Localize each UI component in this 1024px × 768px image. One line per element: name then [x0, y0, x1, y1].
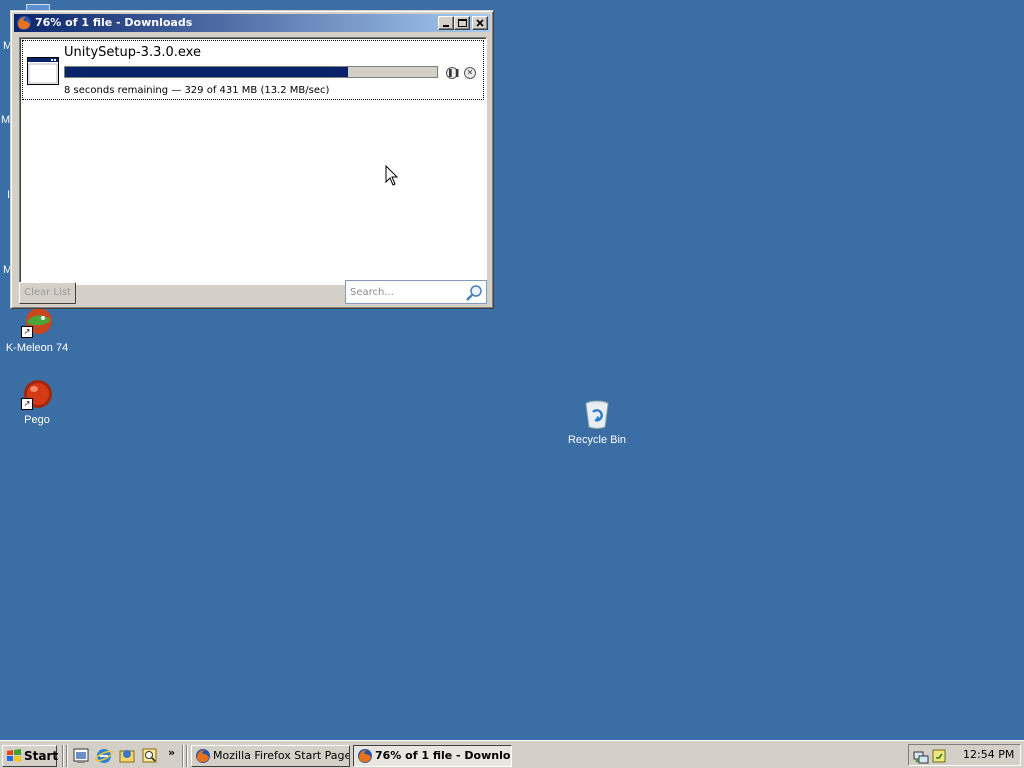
- firefox-icon: [196, 749, 210, 763]
- quick-launch-chevron[interactable]: »: [168, 746, 175, 759]
- taskbar-button-downloads[interactable]: 76% of 1 file - Downlo...: [353, 745, 512, 767]
- desktop-icon-label: Pego: [24, 414, 50, 426]
- maximize-icon: [458, 19, 467, 27]
- cancel-download-button[interactable]: ✕: [464, 67, 476, 79]
- desktop-icon-label: Recycle Bin: [567, 434, 627, 446]
- window-title: 76% of 1 file - Downloads: [35, 16, 193, 29]
- taskbar-button-label: 76% of 1 file - Downlo...: [375, 749, 512, 762]
- cancel-icon: ✕: [466, 68, 474, 77]
- taskbar-separator: [182, 745, 184, 767]
- clear-list-button[interactable]: Clear List: [19, 282, 76, 304]
- explorer-search-icon[interactable]: [141, 747, 159, 765]
- outlook-icon[interactable]: [118, 747, 136, 765]
- download-file-name: UnitySetup-3.3.0.exe: [64, 45, 201, 60]
- search-input[interactable]: [348, 283, 464, 301]
- desktop-icon-k-meleon[interactable]: ↗ K-Meleon 74: [0, 306, 77, 354]
- k-meleon-icon: ↗: [21, 306, 53, 338]
- system-tray: 12:54 PM: [908, 744, 1021, 766]
- taskbar-separator: [186, 745, 188, 767]
- pause-button[interactable]: ❚❚: [446, 67, 461, 79]
- shortcut-arrow-icon: ↗: [21, 398, 33, 410]
- internet-explorer-icon[interactable]: [95, 747, 113, 765]
- firefox-icon: [17, 16, 31, 30]
- close-icon: [476, 19, 484, 27]
- window-titlebar[interactable]: 76% of 1 file - Downloads: [14, 14, 490, 32]
- search-icon[interactable]: [466, 284, 483, 301]
- close-button[interactable]: [472, 16, 488, 30]
- downloads-window: 76% of 1 file - Downloads UnitySetup-3.3…: [10, 10, 494, 309]
- search-field[interactable]: [345, 280, 487, 304]
- taskbar-separator: [62, 745, 64, 767]
- desktop-icon-pego[interactable]: ↗ Pego: [0, 378, 77, 426]
- desktop-icon-label: K-Meleon 74: [5, 342, 69, 354]
- desktop-icon-recycle-bin[interactable]: Recycle Bin: [557, 398, 637, 446]
- download-list[interactable]: UnitySetup-3.3.0.exe ❚❚ ✕ 8 seconds rema…: [19, 37, 487, 285]
- network-icon[interactable]: [913, 748, 929, 764]
- pause-icon: ❚❚: [447, 68, 461, 77]
- minimize-button[interactable]: [438, 16, 454, 30]
- taskbar-separator: [66, 745, 68, 767]
- mouse-cursor-icon: [385, 165, 399, 186]
- download-status: 8 seconds remaining — 329 of 431 MB (13.…: [64, 85, 330, 96]
- firefox-icon: [358, 749, 372, 763]
- taskbar: Start » Mozilla Firefox Start Page... 76…: [0, 740, 1024, 768]
- start-label: Start: [24, 749, 59, 763]
- download-progress-fill: [65, 67, 348, 77]
- windows-flag-icon: [7, 749, 21, 762]
- taskbar-button-firefox-start[interactable]: Mozilla Firefox Start Page...: [191, 745, 350, 767]
- download-item[interactable]: UnitySetup-3.3.0.exe ❚❚ ✕ 8 seconds rema…: [22, 40, 484, 100]
- show-desktop-icon[interactable]: [72, 747, 90, 765]
- partial-icon-label-2: M: [1, 114, 11, 126]
- minimize-icon: [443, 25, 449, 27]
- download-progress-bar: [64, 66, 438, 78]
- taskbar-button-label: Mozilla Firefox Start Page...: [213, 749, 350, 762]
- start-button[interactable]: Start: [2, 745, 59, 767]
- shortcut-arrow-icon: ↗: [21, 326, 33, 338]
- pego-icon: ↗: [21, 378, 53, 410]
- volume-icon[interactable]: [931, 748, 947, 764]
- maximize-button[interactable]: [454, 16, 470, 30]
- exe-file-icon: [27, 57, 59, 85]
- recycle-bin-icon: [581, 398, 613, 430]
- taskbar-clock: 12:54 PM: [963, 748, 1015, 761]
